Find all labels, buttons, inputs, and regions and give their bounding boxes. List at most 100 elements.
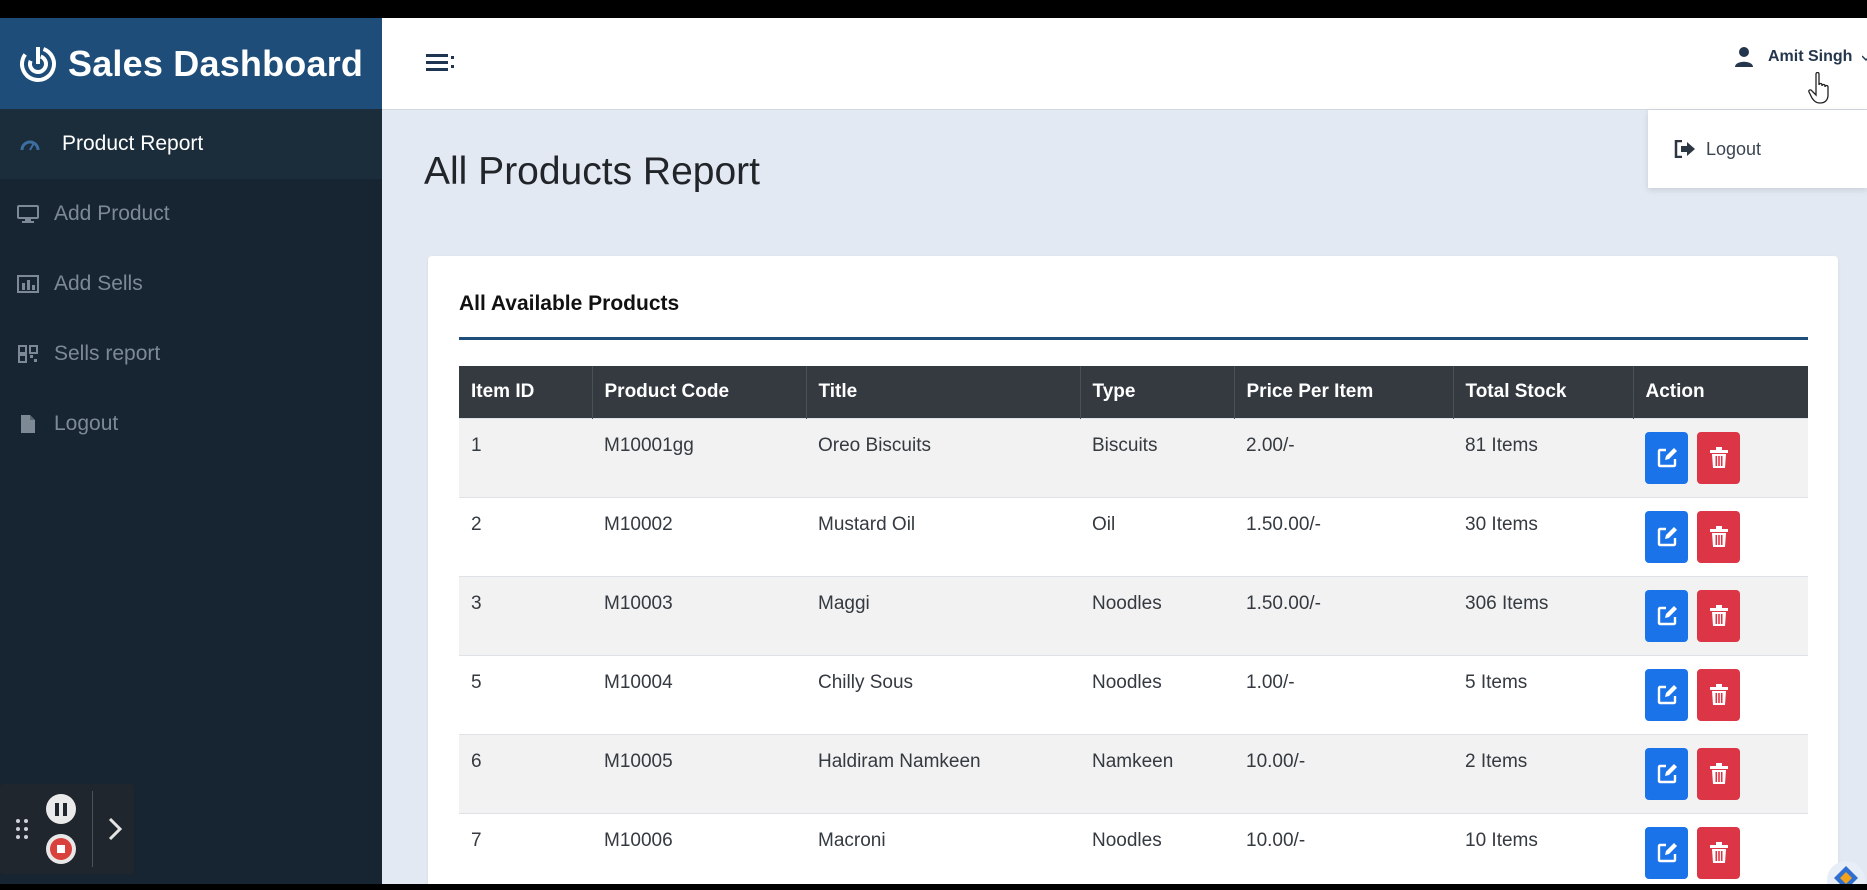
pause-recording-button[interactable] — [46, 794, 76, 824]
sidebar-item-product-report[interactable]: Product Report — [0, 109, 382, 179]
column-header-type[interactable]: Type — [1080, 366, 1235, 419]
card-title: All Available Products — [459, 292, 680, 315]
products-table: Item ID Product Code Title Type Price Pe… — [459, 366, 1808, 884]
cell-stock: 2 Items — [1453, 734, 1633, 814]
cell-stock: 306 Items — [1453, 576, 1633, 656]
sidebar-nav: Product Report Add Product Add Sells Sel… — [0, 109, 382, 459]
chevron-right-icon[interactable] — [107, 816, 123, 842]
delete-button[interactable] — [1697, 432, 1740, 484]
brand-bar[interactable]: Sales Dashboard — [0, 18, 382, 109]
cell-type: Namkeen — [1080, 734, 1234, 814]
cell-stock: 30 Items — [1453, 497, 1633, 577]
cell-price: 1.50.00/- — [1234, 497, 1453, 577]
cell-stock: 81 Items — [1453, 418, 1633, 498]
cell-type: Noodles — [1080, 576, 1234, 656]
column-header-title[interactable]: Title — [806, 366, 1081, 419]
edit-icon — [1657, 764, 1677, 784]
sidebar-item-label: Product Report — [62, 132, 204, 155]
watermark-logo-icon — [1827, 861, 1865, 884]
delete-button[interactable] — [1697, 511, 1740, 563]
trash-icon — [1709, 842, 1728, 863]
column-header-total-stock[interactable]: Total Stock — [1453, 366, 1634, 419]
cell-item-id: 2 — [459, 497, 592, 577]
edit-icon — [1657, 527, 1677, 547]
cell-product-code: M10003 — [592, 576, 806, 656]
cell-product-code: M10001gg — [592, 418, 806, 498]
table-row: 2 M10002 Mustard Oil Oil 1.50.00/- 30 Items — [459, 497, 1808, 577]
drag-handle-icon[interactable] — [12, 817, 32, 841]
qrcode-icon — [16, 344, 40, 364]
cell-price: 1.00/- — [1234, 655, 1453, 735]
sidebar-item-logout[interactable]: Logout — [0, 389, 382, 459]
edit-button[interactable] — [1645, 590, 1688, 642]
cell-price: 10.00/- — [1234, 734, 1453, 814]
edit-icon — [1657, 606, 1677, 626]
stop-recording-button[interactable] — [46, 834, 76, 864]
user-dropdown-logout[interactable]: Logout — [1648, 110, 1867, 188]
delete-button[interactable] — [1697, 748, 1740, 800]
cell-title: Haldiram Namkeen — [806, 734, 1080, 814]
edit-button[interactable] — [1645, 432, 1688, 484]
cell-product-code: M10004 — [592, 655, 806, 735]
recorder-divider — [92, 791, 93, 867]
card-divider — [459, 337, 1808, 340]
cell-type: Biscuits — [1080, 418, 1234, 498]
cell-type: Noodles — [1080, 813, 1234, 884]
page-title: All Products Report — [424, 150, 760, 193]
app-window: Sales Dashboard Product Report Add Produ… — [0, 18, 1867, 884]
cell-action — [1633, 497, 1808, 577]
chevron-down-icon[interactable] — [1862, 54, 1867, 62]
menu-toggle-icon[interactable] — [426, 52, 456, 74]
edit-button[interactable] — [1645, 669, 1688, 721]
cell-price: 1.50.00/- — [1234, 576, 1453, 656]
sidebar-item-add-sells[interactable]: Add Sells — [0, 249, 382, 319]
cell-action — [1633, 576, 1808, 656]
file-icon — [16, 414, 40, 434]
cell-action — [1633, 734, 1808, 814]
dropdown-logout-label: Logout — [1706, 138, 1762, 159]
cell-item-id: 1 — [459, 418, 592, 498]
products-card: All Available Products Item ID Product C… — [428, 256, 1838, 884]
trash-icon — [1709, 605, 1728, 626]
sidebar-item-add-product[interactable]: Add Product — [0, 179, 382, 249]
table-row: 1 M10001gg Oreo Biscuits Biscuits 2.00/- 81 I… — [459, 418, 1808, 498]
cell-item-id: 5 — [459, 655, 592, 735]
desktop-icon — [16, 204, 40, 224]
sidebar: Sales Dashboard Product Report Add Produ… — [0, 18, 382, 884]
topbar: Amit Singh — [382, 18, 1867, 110]
sidebar-item-label: Add Product — [54, 202, 170, 225]
trash-icon — [1709, 684, 1728, 705]
user-menu[interactable]: Amit Singh — [1734, 46, 1852, 68]
table-row: 5 M10004 Chilly Sous Noodles 1.00/- 5 Items — [459, 655, 1808, 735]
cell-item-id: 7 — [459, 813, 592, 884]
trash-icon — [1709, 526, 1728, 547]
bar-chart-icon — [16, 274, 40, 294]
sidebar-item-label: Sells report — [54, 342, 161, 365]
cell-title: Mustard Oil — [806, 497, 1080, 577]
sidebar-item-label: Add Sells — [54, 272, 143, 295]
brand-logo-icon — [20, 45, 56, 82]
edit-icon — [1657, 843, 1677, 863]
sidebar-item-sells-report[interactable]: Sells report — [0, 319, 382, 389]
column-header-item-id[interactable]: Item ID — [459, 366, 593, 419]
cell-item-id: 6 — [459, 734, 592, 814]
edit-icon — [1657, 685, 1677, 705]
column-header-price[interactable]: Price Per Item — [1234, 366, 1454, 419]
edit-button[interactable] — [1645, 748, 1688, 800]
cell-price: 10.00/- — [1234, 813, 1453, 884]
cell-type: Oil — [1080, 497, 1234, 577]
cell-type: Noodles — [1080, 655, 1234, 735]
cell-title: Chilly Sous — [806, 655, 1080, 735]
table-row: 3 M10003 Maggi Noodles 1.50.00/- 306 Items — [459, 576, 1808, 656]
delete-button[interactable] — [1697, 669, 1740, 721]
edit-button[interactable] — [1645, 827, 1688, 879]
table-row: 6 M10005 Haldiram Namkeen Namkeen 10.00/- 2 I… — [459, 734, 1808, 814]
edit-button[interactable] — [1645, 511, 1688, 563]
delete-button[interactable] — [1697, 827, 1740, 879]
cell-title: Maggi — [806, 576, 1080, 656]
user-name: Amit Singh — [1768, 48, 1853, 65]
cell-item-id: 3 — [459, 576, 592, 656]
delete-button[interactable] — [1697, 590, 1740, 642]
trash-icon — [1709, 763, 1728, 784]
column-header-product-code[interactable]: Product Code — [592, 366, 807, 419]
